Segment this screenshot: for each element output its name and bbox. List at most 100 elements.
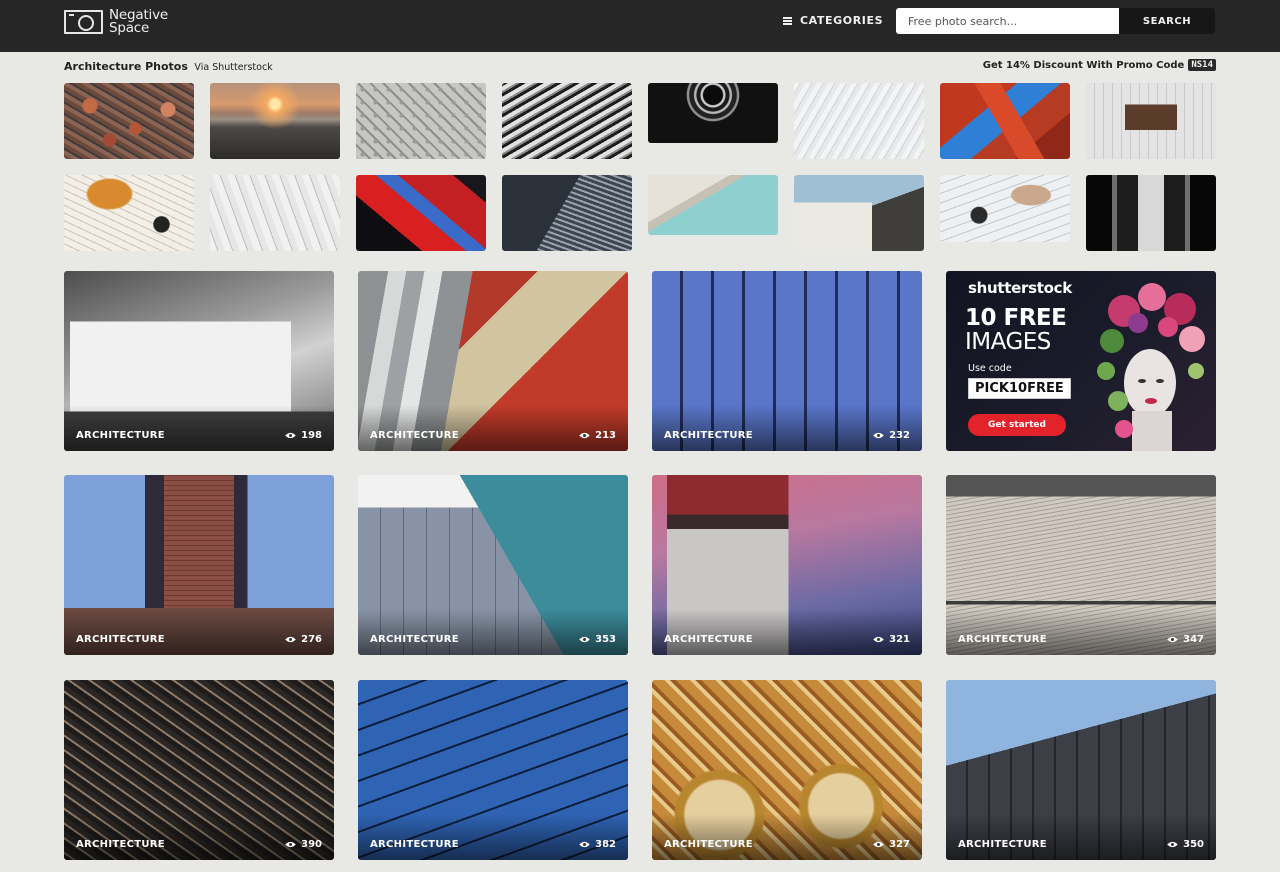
promo-banner: Get 14% Discount With Promo Code NS14 [983, 59, 1216, 71]
thumbnail-dark-corridor[interactable] [1086, 175, 1216, 251]
card-views-count: 327 [889, 839, 910, 850]
photo-card-white-house[interactable]: ARCHITECTURE 198 [64, 271, 334, 451]
card-views: 327 [873, 839, 910, 850]
card-views-count: 347 [1183, 634, 1204, 645]
section-title-text: Architecture Photos [64, 60, 188, 73]
thumbnail-aerial-city-rooftops[interactable] [64, 83, 194, 159]
photo-card-grey-panels-glass[interactable]: ARCHITECTURE 353 [358, 475, 628, 655]
card-category-label[interactable]: ARCHITECTURE [664, 839, 753, 850]
card-gradient-overlay [64, 609, 334, 655]
card-category-label[interactable]: ARCHITECTURE [76, 839, 165, 850]
shutterstock-ad[interactable]: shutterstock 10 FREE IMAGES Use code PIC… [946, 271, 1216, 451]
eye-icon [579, 432, 590, 439]
card-views: 347 [1167, 634, 1204, 645]
card-views: 198 [285, 430, 322, 441]
section-title: Architecture Photos Via Shutterstock [64, 60, 273, 73]
photo-card-dark-panel-building[interactable]: ARCHITECTURE 350 [946, 680, 1216, 860]
thumbnail-red-blue-abstract-building[interactable] [940, 83, 1070, 159]
eye-icon [285, 432, 296, 439]
card-category-label[interactable]: ARCHITECTURE [958, 634, 1047, 645]
ad-brand-name: shutterstock [968, 279, 1072, 297]
promo-code-badge: NS14 [1188, 59, 1216, 71]
photo-card-vessel-staircases[interactable]: ARCHITECTURE 390 [64, 680, 334, 860]
card-gradient-overlay [64, 814, 334, 860]
card-category-label[interactable]: ARCHITECTURE [664, 634, 753, 645]
card-views-count: 232 [889, 430, 910, 441]
card-category-label[interactable]: ARCHITECTURE [370, 634, 459, 645]
thumbnail-white-block-blue-sky[interactable] [794, 175, 924, 251]
card-views: 382 [579, 839, 616, 850]
photo-card-ornate-dome[interactable]: ARCHITECTURE 327 [652, 680, 922, 860]
photo-card-lighthouse-pink-sky[interactable]: ARCHITECTURE 321 [652, 475, 922, 655]
card-category-label[interactable]: ARCHITECTURE [370, 839, 459, 850]
promo-text: Get 14% Discount With Promo Code [982, 59, 1185, 71]
card-views-count: 382 [595, 839, 616, 850]
camera-frame-icon [64, 10, 103, 34]
thumbnail-white-curved-lines[interactable] [794, 83, 924, 159]
card-views-count: 353 [595, 634, 616, 645]
eye-icon [873, 841, 884, 848]
thumbnail-spiral-building-looking-up[interactable] [648, 83, 778, 143]
categories-label: CATEGORIES [800, 14, 884, 27]
eye-icon [873, 432, 884, 439]
thumbnail-white-building-teal-sky[interactable] [648, 175, 778, 235]
card-views-count: 213 [595, 430, 616, 441]
thumbnail-sunset-river-city[interactable] [210, 83, 340, 159]
card-category-label[interactable]: ARCHITECTURE [76, 634, 165, 645]
card-category-label[interactable]: ARCHITECTURE [76, 430, 165, 441]
photo-card-classical-columns[interactable]: ARCHITECTURE 213 [358, 271, 628, 451]
card-gradient-overlay [358, 405, 628, 451]
card-views: 321 [873, 634, 910, 645]
top-navbar: Negative Space CATEGORIES SEARCH [0, 0, 1280, 52]
thumbnail-white-blueprints[interactable] [210, 175, 340, 251]
eye-icon [1167, 841, 1178, 848]
card-views-count: 276 [301, 634, 322, 645]
eye-icon [579, 636, 590, 643]
search-input[interactable] [896, 8, 1119, 34]
eye-icon [579, 841, 590, 848]
card-views: 276 [285, 634, 322, 645]
photo-card-blue-glass-facade[interactable]: ARCHITECTURE 232 [652, 271, 922, 451]
card-views-count: 390 [301, 839, 322, 850]
card-views: 213 [579, 430, 616, 441]
ad-headline-1: 10 FREE [965, 305, 1067, 331]
ad-headline-2: IMAGES [965, 329, 1051, 355]
card-gradient-overlay [652, 814, 922, 860]
card-gradient-overlay [652, 609, 922, 655]
ad-get-started-button[interactable]: Get started [968, 414, 1066, 436]
card-gradient-overlay [946, 814, 1216, 860]
card-category-label[interactable]: ARCHITECTURE [370, 430, 459, 441]
eye-icon [873, 636, 884, 643]
card-views: 353 [579, 634, 616, 645]
photo-card-brick-windows[interactable]: ARCHITECTURE 276 [64, 475, 334, 655]
card-views-count: 350 [1183, 839, 1204, 850]
card-gradient-overlay [358, 609, 628, 655]
thumbnail-hands-drawing-plans[interactable] [64, 175, 194, 251]
thumbnail-architecture-model-in-hand[interactable] [1086, 83, 1216, 159]
photo-card-diagonal-glass-panels[interactable]: ARCHITECTURE 382 [358, 680, 628, 860]
search-button[interactable]: SEARCH [1119, 8, 1215, 34]
thumbnail-architects-drawing-table[interactable] [940, 175, 1070, 242]
card-views: 390 [285, 839, 322, 850]
logo-text: Negative Space [109, 8, 169, 36]
thumbnail-geometric-tile-pattern[interactable] [356, 83, 486, 159]
card-gradient-overlay [652, 405, 922, 451]
eye-icon [285, 636, 296, 643]
ad-flower-portrait-image [1097, 283, 1205, 451]
card-category-label[interactable]: ARCHITECTURE [664, 430, 753, 441]
thumbnail-striped-building-facade[interactable] [502, 83, 632, 159]
thumbnail-red-glass-building[interactable] [356, 175, 486, 251]
photo-card-wooden-ceiling[interactable]: ARCHITECTURE 347 [946, 475, 1216, 655]
ad-use-code-label: Use code [968, 363, 1012, 374]
categories-menu-button[interactable]: CATEGORIES [783, 14, 883, 27]
eye-icon [285, 841, 296, 848]
card-views: 232 [873, 430, 910, 441]
card-category-label[interactable]: ARCHITECTURE [958, 839, 1047, 850]
ad-promo-code: PICK10FREE [968, 378, 1071, 399]
card-gradient-overlay [358, 814, 628, 860]
site-logo[interactable]: Negative Space [64, 8, 169, 36]
logo-line-2: Space [109, 20, 150, 36]
thumbnail-glass-skyscrapers-looking-up[interactable] [502, 175, 632, 251]
via-shutterstock-link[interactable]: Via Shutterstock [194, 62, 272, 73]
card-views-count: 198 [301, 430, 322, 441]
